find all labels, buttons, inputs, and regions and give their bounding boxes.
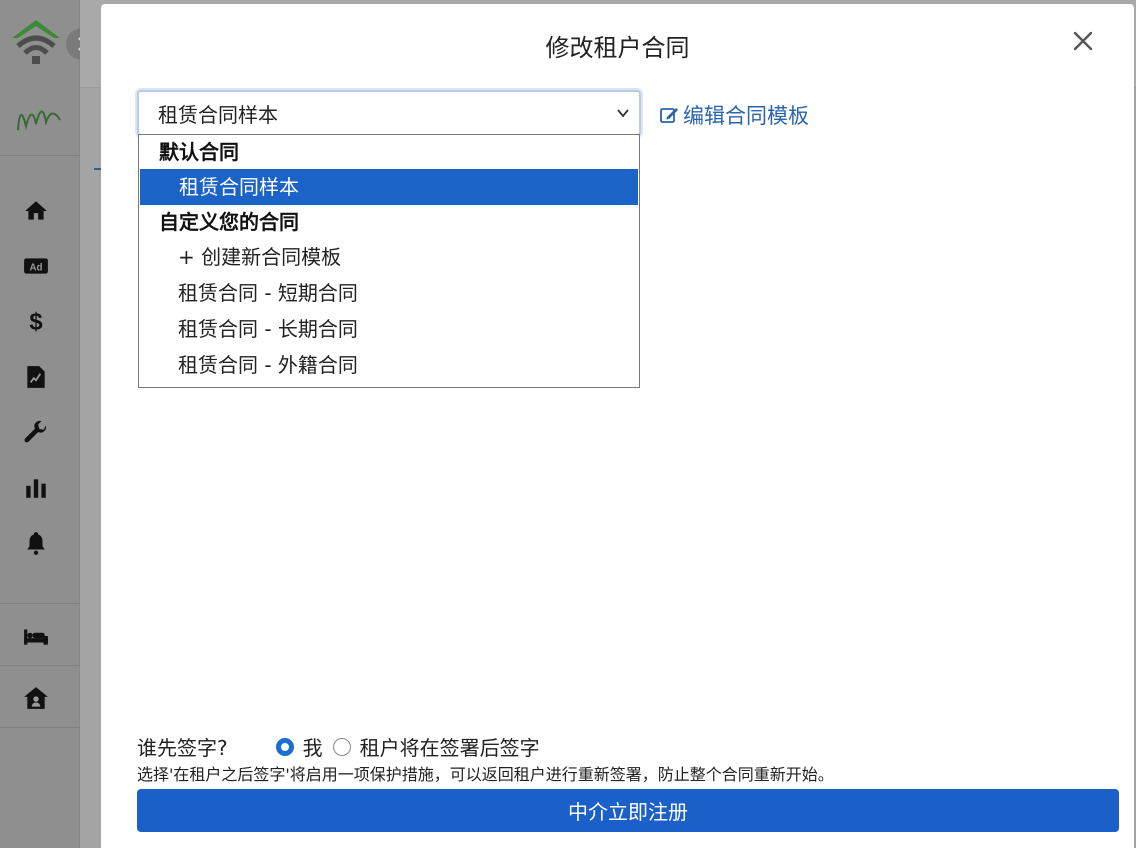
dropdown-option-short-term[interactable]: 租赁合同 - 短期合同 bbox=[139, 275, 639, 311]
contract-dropdown-list: 默认合同 租赁合同样本 自定义您的合同 + 创建新合同模板 租赁合同 - 短期合… bbox=[138, 134, 640, 388]
sidebar-divider bbox=[0, 727, 80, 728]
edit-template-label: 编辑合同模板 bbox=[683, 104, 809, 128]
svg-text:Ad: Ad bbox=[30, 262, 43, 273]
contract-sign-icon[interactable] bbox=[20, 361, 52, 393]
svg-text:$: $ bbox=[29, 309, 42, 334]
close-button[interactable] bbox=[1068, 26, 1098, 56]
modal-title: 修改租户合同 bbox=[545, 34, 690, 62]
sidebar: Ad $ bbox=[0, 0, 80, 848]
dropdown-group-custom: 自定义您的合同 bbox=[159, 210, 299, 234]
edit-contract-template-link[interactable]: 编辑合同模板 bbox=[659, 100, 809, 130]
bed-icon[interactable] bbox=[20, 620, 52, 652]
bar-chart-icon[interactable] bbox=[20, 472, 52, 504]
sidebar-divider bbox=[0, 603, 80, 604]
sign-order-question: 谁先签字? bbox=[137, 736, 228, 760]
sidebar-divider bbox=[0, 665, 80, 666]
dropdown-option-create-template[interactable]: + 创建新合同模板 bbox=[139, 239, 639, 275]
close-icon bbox=[1073, 31, 1093, 51]
chevron-down-icon bbox=[617, 109, 629, 118]
agent-register-now-button[interactable]: 中介立即注册 bbox=[137, 789, 1119, 832]
dollar-icon[interactable]: $ bbox=[20, 305, 52, 337]
sidebar-divider bbox=[0, 155, 80, 156]
sign-order-row: 谁先签字? 我 租户将在签署后签字 bbox=[137, 732, 550, 761]
dropdown-option-sample[interactable]: 租赁合同样本 bbox=[140, 169, 638, 205]
sign-order-hint: 选择'在租户之后签字'将启用一项保护措施，可以返回租户进行重新签署，防止整个合同… bbox=[137, 765, 834, 784]
sign-first-me-option[interactable]: 我 bbox=[275, 732, 323, 761]
edit-tenant-contract-modal: 修改租户合同 租赁合同样本 编辑合同模板 默认合同 租赁合同样本 自定义您的合同… bbox=[101, 4, 1134, 848]
bell-icon[interactable] bbox=[20, 527, 52, 559]
house-user-icon[interactable] bbox=[20, 682, 52, 714]
dropdown-group-default: 默认合同 bbox=[159, 140, 239, 164]
sign-first-me-radio[interactable] bbox=[275, 737, 294, 756]
sign-after-tenant-label: 租户将在签署后签字 bbox=[359, 736, 540, 760]
ad-icon[interactable]: Ad bbox=[20, 250, 52, 282]
dropdown-option-long-term[interactable]: 租赁合同 - 长期合同 bbox=[139, 311, 639, 347]
edit-icon bbox=[660, 108, 678, 123]
contract-template-select[interactable]: 租赁合同样本 bbox=[137, 90, 641, 136]
wrench-icon[interactable] bbox=[20, 416, 52, 448]
dropdown-option-foreign[interactable]: 租赁合同 - 外籍合同 bbox=[139, 347, 639, 383]
home-icon[interactable] bbox=[20, 195, 52, 227]
sign-after-tenant-radio[interactable] bbox=[332, 737, 351, 756]
wifi-house-logo bbox=[8, 18, 64, 70]
sign-after-tenant-option[interactable]: 租户将在签署后签字 bbox=[332, 732, 540, 761]
contract-select-value: 租赁合同样本 bbox=[158, 102, 278, 127]
sign-first-me-label: 我 bbox=[302, 736, 323, 760]
brand-logo bbox=[14, 96, 66, 136]
